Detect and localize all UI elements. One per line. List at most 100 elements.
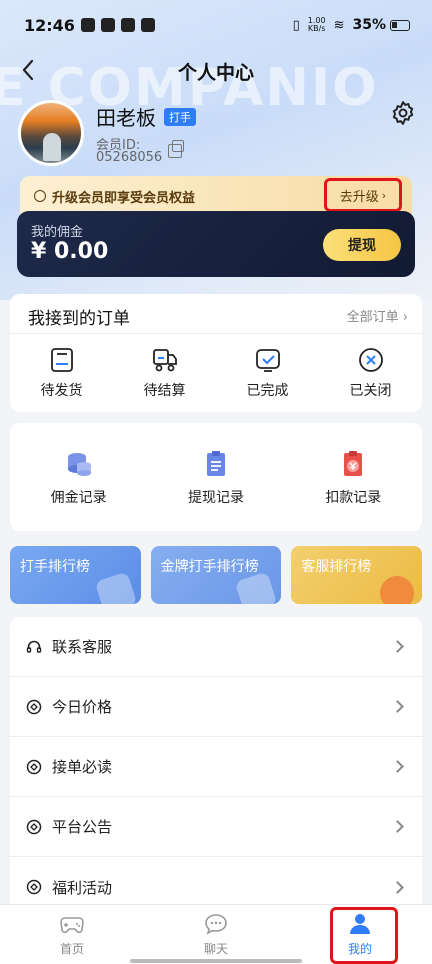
tab-label: 首页 xyxy=(59,942,84,956)
chevron-right-icon: › xyxy=(402,310,408,325)
order-status-pending-ship[interactable]: 待发货 xyxy=(10,340,113,408)
commission-value: ¥ 0.00 xyxy=(31,239,109,264)
menu-item-must-read[interactable]: 接单必读 xyxy=(10,737,422,797)
order-status-label: 待结算 xyxy=(143,383,186,399)
copy-icon[interactable] xyxy=(168,140,184,158)
order-status-pending-settle[interactable]: 待结算 xyxy=(113,340,216,408)
app-notification-icon xyxy=(80,18,95,32)
ranking-label: 客服排行榜 xyxy=(301,559,372,575)
headset-badge-icon xyxy=(375,571,419,604)
commission-records-item[interactable]: 佣金记录 xyxy=(10,423,147,531)
order-status-label: 已关闭 xyxy=(349,383,392,399)
record-label: 扣款记录 xyxy=(325,490,382,506)
orders-card: 我接到的订单 全部订单 › 待发货 待结算 已完成 已关闭 xyxy=(10,294,422,412)
member-id: 05268056 xyxy=(96,150,163,165)
headset-icon xyxy=(26,640,42,653)
battery-icon xyxy=(390,19,410,31)
chevron-right-icon xyxy=(391,880,404,894)
completed-icon xyxy=(255,349,280,372)
status-left: 12:46 xyxy=(24,16,155,35)
battery-percent: 35% xyxy=(352,17,386,33)
service-ranking-card[interactable]: 客服排行榜 xyxy=(291,546,423,604)
role-badge: 打手 xyxy=(164,108,196,126)
app-notification-icon xyxy=(100,18,115,32)
document-icon xyxy=(206,451,225,476)
settings-button[interactable] xyxy=(390,100,416,126)
status-bar: 12:46 ▯ 1.00 KB/s ≋ 35% xyxy=(0,0,432,50)
circle-dot-icon xyxy=(26,699,42,714)
username: 田老板 xyxy=(96,106,156,130)
order-status-label: 待发货 xyxy=(40,383,83,399)
star-badge-icon xyxy=(94,571,138,604)
withdraw-button[interactable]: 提现 xyxy=(323,229,401,261)
menu-item-label: 接单必读 xyxy=(52,758,113,776)
ranking-label: 金牌打手排行榜 xyxy=(160,559,259,575)
circle-dot-icon xyxy=(26,759,42,774)
commission-card: 我的佣金 ¥ 0.00 提现 xyxy=(17,211,415,277)
order-status-closed[interactable]: 已关闭 xyxy=(319,340,422,408)
orders-header: 我接到的订单 全部订单 › xyxy=(10,294,422,334)
deduct-records-item[interactable]: 扣款记录 xyxy=(285,423,422,531)
tab-label: 我的 xyxy=(347,942,372,956)
page-title: 个人中心 xyxy=(177,62,254,84)
orders-title: 我接到的订单 xyxy=(28,309,130,329)
circle-dot-icon xyxy=(26,819,42,834)
pending-ship-icon xyxy=(50,348,73,372)
upgrade-banner: 升级会员即享受会员权益 去升级 › xyxy=(20,176,412,216)
gold-player-ranking-card[interactable]: 金牌打手排行榜 xyxy=(150,546,282,604)
record-label: 提现记录 xyxy=(187,490,244,506)
gamepad-icon xyxy=(60,917,84,934)
commission-label: 我的佣金 xyxy=(31,225,84,240)
menu-item-label: 联系客服 xyxy=(52,638,113,656)
vibrate-icon: ▯ xyxy=(292,17,300,33)
deduct-icon xyxy=(344,451,363,476)
order-status-completed[interactable]: 已完成 xyxy=(216,340,319,408)
tab-label: 聊天 xyxy=(203,942,228,956)
withdraw-records-item[interactable]: 提现记录 xyxy=(147,423,284,531)
menu-item-today-price[interactable]: 今日价格 xyxy=(10,677,422,737)
all-orders-link[interactable]: 全部订单 › xyxy=(347,306,408,325)
order-status-list: 待发货 待结算 已完成 已关闭 xyxy=(10,340,422,408)
all-orders-label: 全部订单 xyxy=(346,310,399,325)
rankings-row: 打手排行榜 金牌打手排行榜 客服排行榜 xyxy=(10,546,423,604)
network-speed: 1.00 KB/s xyxy=(308,17,326,33)
chevron-right-icon xyxy=(391,640,404,653)
nav-bar: 个人中心 xyxy=(0,50,432,90)
chat-icon xyxy=(205,914,227,935)
menu-item-label: 平台公告 xyxy=(52,818,113,836)
chevron-right-icon xyxy=(391,700,404,713)
record-label: 佣金记录 xyxy=(50,490,107,506)
upgrade-button[interactable]: 去升级 › xyxy=(324,178,402,212)
home-indicator xyxy=(130,959,302,963)
tab-mine[interactable]: 我的 xyxy=(288,905,432,964)
status-right: ▯ 1.00 KB/s ≋ 35% xyxy=(293,17,410,33)
avatar-figure xyxy=(43,133,61,161)
chevron-right-icon xyxy=(391,820,404,833)
pending-settle-icon xyxy=(152,349,177,372)
tab-home[interactable]: 首页 xyxy=(0,905,144,964)
app-notification-icon xyxy=(120,18,135,32)
closed-icon xyxy=(358,348,383,372)
menu-list: 联系客服 今日价格 接单必读 平台公告 福利活动 xyxy=(10,617,422,917)
vip-icon xyxy=(34,190,46,202)
records-card: 佣金记录 提现记录 扣款记录 xyxy=(10,423,422,531)
coins-icon xyxy=(67,453,91,476)
chevron-right-icon: › xyxy=(381,188,387,202)
tab-chat[interactable]: 聊天 xyxy=(144,905,288,964)
status-time: 12:46 xyxy=(24,15,75,35)
menu-item-announcements[interactable]: 平台公告 xyxy=(10,797,422,857)
ranking-label: 打手排行榜 xyxy=(20,559,90,575)
avatar[interactable] xyxy=(18,100,84,166)
star-badge-icon xyxy=(234,571,278,604)
menu-item-label: 福利活动 xyxy=(52,878,113,897)
order-status-label: 已完成 xyxy=(246,383,289,399)
network-speed-unit: KB/s xyxy=(307,24,326,33)
user-icon xyxy=(350,914,370,934)
app-notification-icon xyxy=(140,18,155,32)
upgrade-button-label: 去升级 xyxy=(339,189,379,205)
circle-dot-icon xyxy=(26,879,42,895)
tab-bar: 首页 聊天 我的 xyxy=(0,904,432,964)
player-ranking-card[interactable]: 打手排行榜 xyxy=(10,546,141,604)
menu-item-contact-service[interactable]: 联系客服 xyxy=(10,617,422,677)
battery: 35% xyxy=(352,17,410,33)
